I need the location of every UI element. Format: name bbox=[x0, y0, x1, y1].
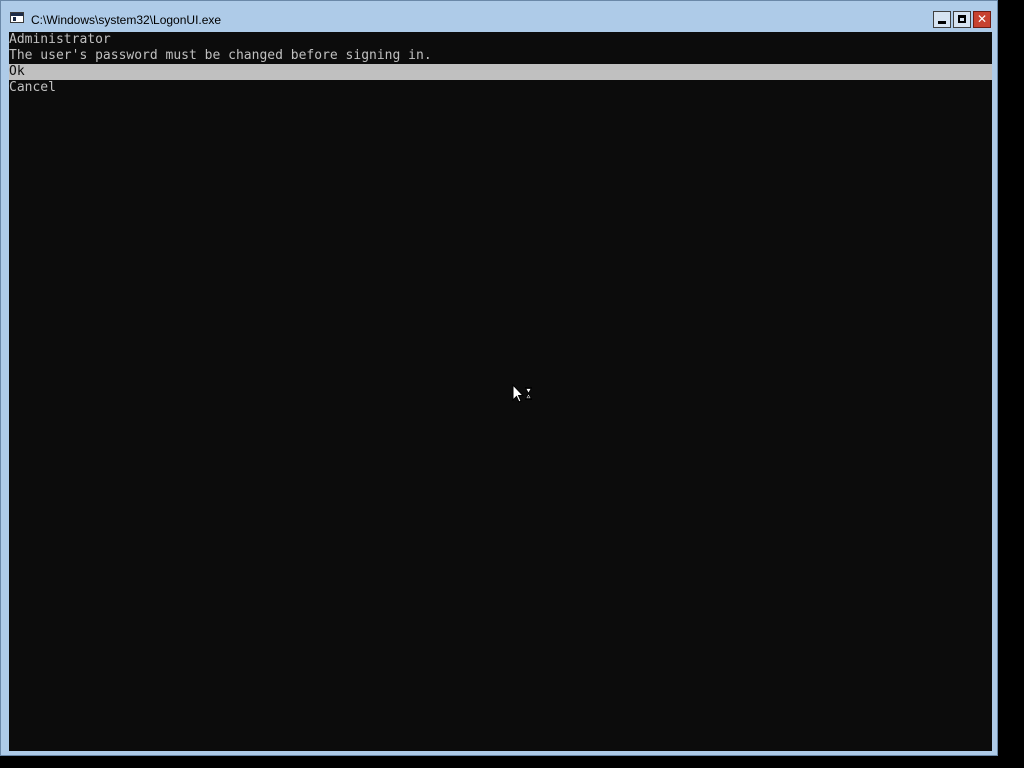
close-icon: ✕ bbox=[976, 12, 988, 26]
password-change-message: The user's password must be changed befo… bbox=[9, 48, 432, 63]
username-text: Administrator bbox=[9, 32, 111, 47]
window-title: C:\Windows\system32\LogonUI.exe bbox=[31, 13, 222, 27]
close-button[interactable]: ✕ bbox=[973, 11, 991, 28]
minimize-icon bbox=[938, 21, 946, 24]
console-area[interactable]: Administrator The user's password must b… bbox=[9, 32, 992, 751]
ok-option[interactable]: Ok bbox=[9, 64, 992, 80]
console-app-icon[interactable] bbox=[10, 12, 24, 23]
logonui-console-window: C:\Windows\system32\LogonUI.exe ✕ Admini… bbox=[0, 0, 998, 756]
cancel-option[interactable]: Cancel bbox=[9, 80, 56, 96]
title-bar[interactable]: C:\Windows\system32\LogonUI.exe ✕ bbox=[1, 1, 997, 31]
maximize-button[interactable] bbox=[953, 11, 971, 28]
maximize-icon bbox=[958, 15, 966, 23]
minimize-button[interactable] bbox=[933, 11, 951, 28]
busy-arrow-cursor-icon bbox=[512, 384, 532, 403]
